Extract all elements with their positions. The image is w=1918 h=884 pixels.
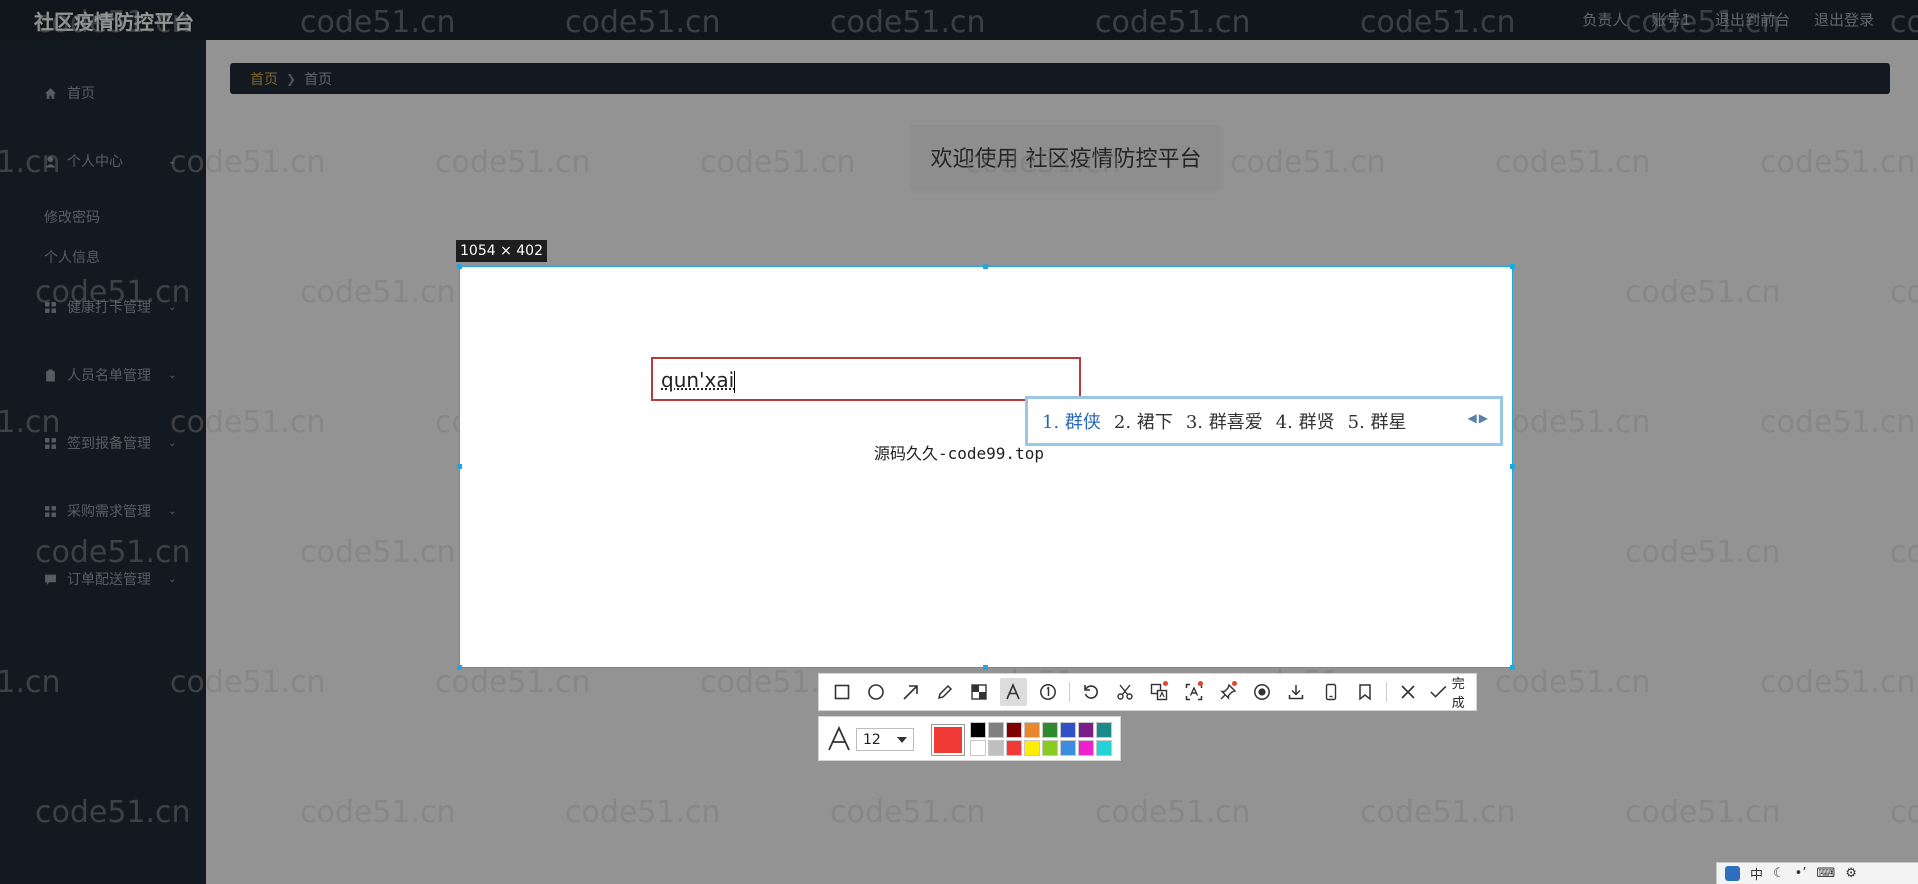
- resize-handle-top-left[interactable]: [457, 264, 462, 269]
- download-icon: [1289, 685, 1304, 700]
- ime-logo-icon: [1725, 866, 1740, 881]
- done-button[interactable]: 完成: [1429, 673, 1476, 711]
- ime-candidate-5[interactable]: 5. 群星: [1348, 408, 1407, 434]
- moon-icon: ☾: [1773, 866, 1785, 881]
- font-size-select[interactable]: 12: [856, 728, 914, 751]
- resize-handle-right[interactable]: [1510, 464, 1515, 469]
- new-badge-icon: [1197, 681, 1203, 686]
- ime-candidate-3[interactable]: 3. 群喜爱: [1186, 408, 1263, 434]
- record-icon: [1254, 684, 1271, 700]
- mosaic-tool-button[interactable]: [966, 678, 992, 706]
- text-icon: [1006, 682, 1021, 700]
- cancel-capture-button[interactable]: [1395, 678, 1421, 706]
- capture-selection[interactable]: [459, 266, 1513, 668]
- resize-handle-top[interactable]: [983, 264, 988, 269]
- number-tool-button[interactable]: [1035, 678, 1061, 706]
- cut-tool-button[interactable]: [1112, 678, 1138, 706]
- number-icon: [1039, 684, 1056, 700]
- text-tool-button[interactable]: [1000, 678, 1027, 706]
- ime-prev-page-icon[interactable]: ◀: [1468, 411, 1477, 425]
- color-swatch[interactable]: [1078, 722, 1094, 738]
- annotation-text-box[interactable]: qun'xai: [651, 357, 1081, 401]
- selection-size-label: 1054 × 402: [456, 240, 547, 262]
- color-swatch[interactable]: [1060, 722, 1076, 738]
- color-swatch[interactable]: [970, 722, 986, 738]
- color-swatch[interactable]: [1006, 722, 1022, 738]
- new-badge-icon: [1231, 681, 1237, 686]
- rectangle-tool-button[interactable]: [829, 678, 855, 706]
- resize-handle-bottom[interactable]: [983, 665, 988, 670]
- system-tray: 中 ☾ •’ ⌨ ⚙: [1716, 862, 1918, 884]
- color-swatch[interactable]: [1042, 740, 1058, 756]
- ime-next-page-icon[interactable]: ▶: [1479, 411, 1488, 425]
- done-label: 完成: [1451, 677, 1465, 711]
- color-swatch[interactable]: [1006, 740, 1022, 756]
- settings-icon: ⚙: [1845, 866, 1857, 881]
- color-swatch[interactable]: [970, 740, 986, 756]
- toolbar-separator: [1385, 682, 1387, 702]
- font-icon: [828, 725, 850, 751]
- resize-handle-bottom-right[interactable]: [1510, 665, 1515, 670]
- record-tool-button[interactable]: [1249, 678, 1275, 706]
- scissors-icon: [1117, 684, 1133, 700]
- color-swatch[interactable]: [1024, 740, 1040, 756]
- toolbar-separator: [1068, 682, 1070, 702]
- ellipse-tool-button[interactable]: [863, 678, 889, 706]
- color-swatch[interactable]: [1078, 740, 1094, 756]
- pencil-icon: [937, 684, 952, 700]
- color-swatch[interactable]: [1024, 722, 1040, 738]
- capture-toolbar: 完成: [818, 673, 1477, 711]
- arrow-icon: [903, 685, 918, 700]
- punctuation-icon: •’: [1794, 866, 1807, 881]
- annotation-text-value[interactable]: qun'xai: [661, 368, 736, 393]
- ime-page-nav: ◀ ▶: [1468, 411, 1488, 425]
- ime-candidate-2[interactable]: 2. 裙下: [1114, 408, 1173, 434]
- pin-tool-button[interactable]: [1215, 678, 1241, 706]
- text-caret: [734, 370, 736, 393]
- translate-tool-button[interactable]: [1146, 678, 1172, 706]
- ime-candidate-4[interactable]: 4. 群贤: [1276, 408, 1335, 434]
- pencil-tool-button[interactable]: [932, 678, 958, 706]
- ime-candidate-1[interactable]: 1. 群侠: [1042, 408, 1101, 434]
- color-swatch[interactable]: [1060, 740, 1076, 756]
- color-swatch[interactable]: [1042, 722, 1058, 738]
- ime-mode-label[interactable]: 中: [1750, 864, 1763, 883]
- current-color-swatch[interactable]: [931, 724, 965, 756]
- arrow-tool-button[interactable]: [898, 678, 924, 706]
- phone-tool-button[interactable]: [1317, 678, 1343, 706]
- captured-caption-text: 源码久久-code99.top: [874, 444, 1044, 463]
- bookmark-tool-button[interactable]: [1352, 678, 1378, 706]
- undo-icon: [1084, 685, 1098, 699]
- color-swatch[interactable]: [988, 740, 1004, 756]
- resize-handle-top-right[interactable]: [1510, 264, 1515, 269]
- phone-icon: [1325, 683, 1336, 701]
- current-color-fill: [934, 727, 962, 753]
- color-swatch[interactable]: [1096, 722, 1112, 738]
- color-swatch[interactable]: [988, 722, 1004, 738]
- ime-candidate-window: 1. 群侠 2. 裙下 3. 群喜爱 4. 群贤 5. 群星 ◀ ▶: [1025, 396, 1503, 446]
- mosaic-icon: [971, 684, 987, 700]
- undo-tool-button[interactable]: [1078, 678, 1104, 706]
- text-properties-bar: 12: [818, 716, 1121, 761]
- close-icon: [1401, 685, 1415, 699]
- square-icon: [834, 684, 850, 700]
- color-palette: [970, 722, 1112, 756]
- resize-handle-left[interactable]: [457, 464, 462, 469]
- download-tool-button[interactable]: [1283, 678, 1309, 706]
- bookmark-icon: [1359, 684, 1371, 701]
- font-size-value: 12: [863, 731, 881, 748]
- ocr-tool-button[interactable]: [1180, 678, 1206, 706]
- resize-handle-bottom-left[interactable]: [457, 665, 462, 670]
- circle-icon: [868, 684, 885, 700]
- color-swatch[interactable]: [1096, 740, 1112, 756]
- check-icon: [1430, 685, 1447, 698]
- keyboard-icon: ⌨: [1816, 866, 1836, 881]
- dropdown-arrow-icon: [897, 737, 907, 743]
